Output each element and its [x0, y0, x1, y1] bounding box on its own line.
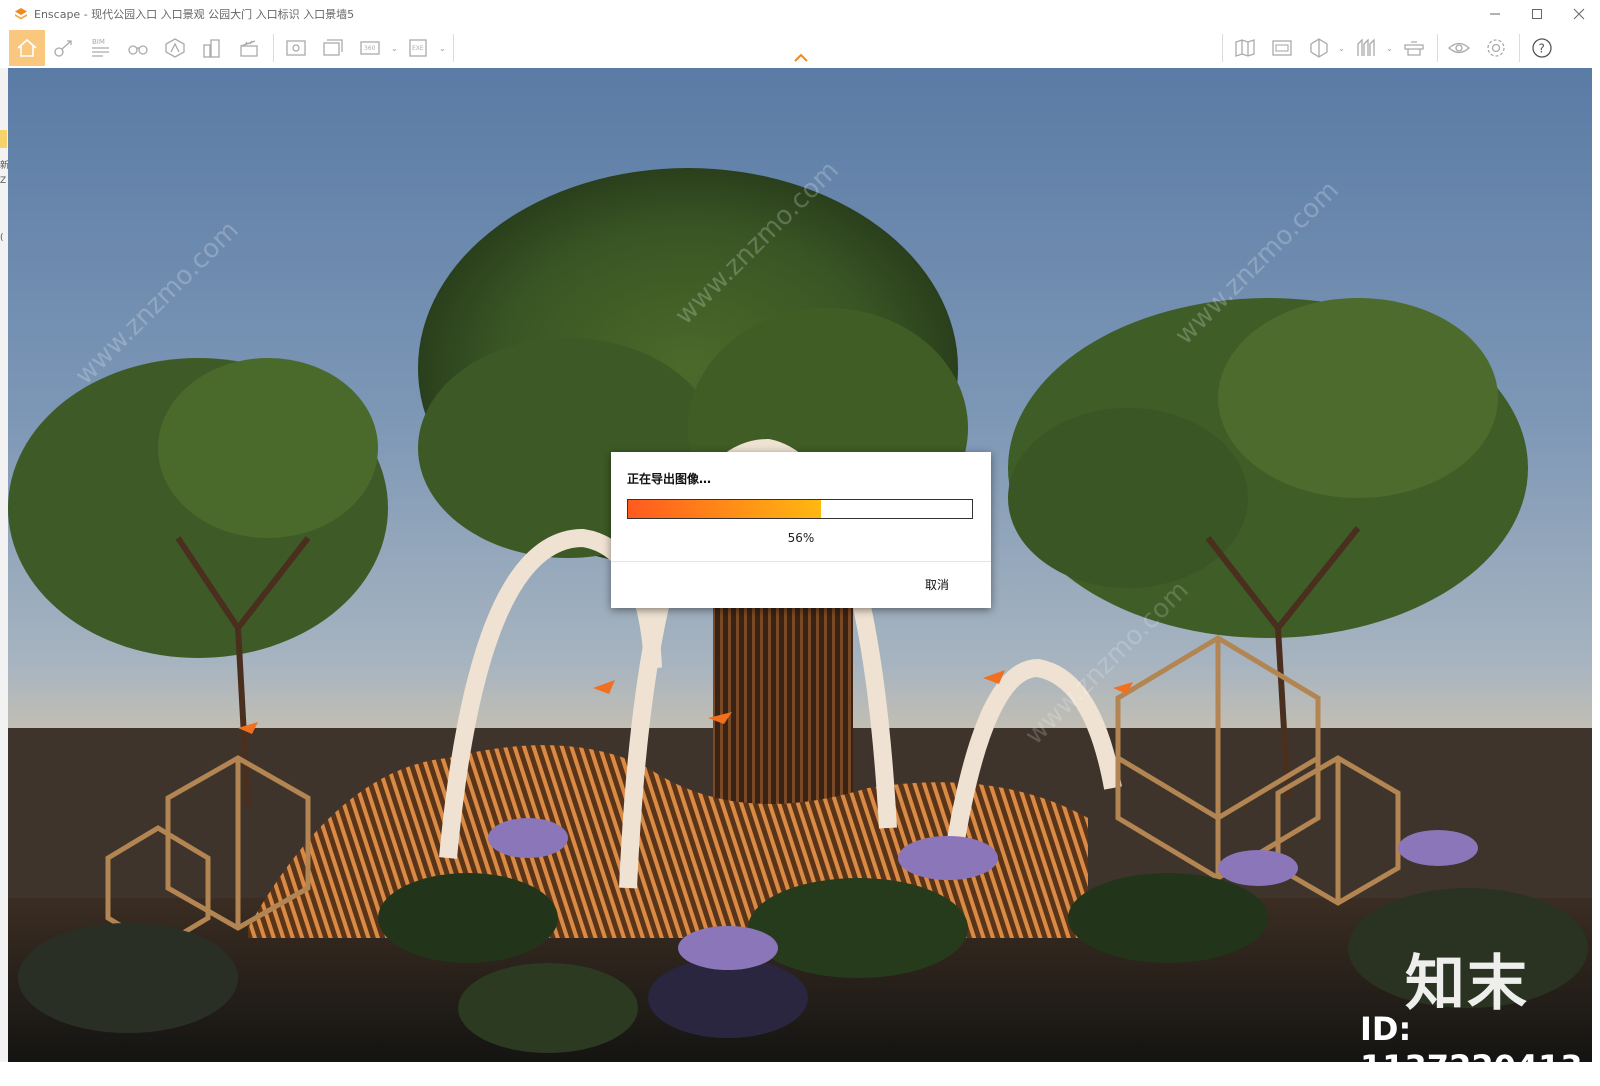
- enscape-logo-icon: [15, 8, 27, 20]
- vr-cube-icon: [1310, 38, 1328, 58]
- visual-settings-icon: [1448, 42, 1470, 54]
- maximize-button[interactable]: [1516, 0, 1558, 28]
- atmosphere-icon: [165, 38, 185, 58]
- brand-logo: 知末: [1405, 949, 1529, 1019]
- batch-render-icon: [323, 39, 343, 56]
- chevron-down-icon[interactable]: ⌄: [1338, 44, 1345, 53]
- svg-text:360: 360: [364, 45, 376, 52]
- chevron-down-icon[interactable]: ⌄: [439, 44, 446, 53]
- export-exe-icon: EXE: [409, 39, 427, 57]
- collaboration-icon: [1404, 41, 1424, 56]
- minimize-icon: [1490, 13, 1500, 15]
- dialog-divider: [611, 561, 991, 562]
- binoculars-icon: [128, 45, 148, 55]
- settings-button[interactable]: [1478, 30, 1514, 66]
- clapperboard-icon: [240, 40, 258, 57]
- buildings-icon: [203, 39, 220, 58]
- progress-percent: 56%: [787, 531, 815, 545]
- left-edge-char: (: [0, 233, 4, 243]
- home-button[interactable]: [9, 30, 45, 66]
- window-title: Enscape - 现代公园入口 入口景观 公园大门 入口标识 入口景墙5: [34, 8, 355, 21]
- asset-library-icon: [1272, 40, 1292, 56]
- asset-library-button[interactable]: [1264, 30, 1300, 66]
- left-edge-char: Z: [0, 176, 7, 186]
- svg-text:EXE: EXE: [412, 45, 424, 52]
- cancel-button[interactable]: 取消: [925, 576, 949, 593]
- chevron-down-icon[interactable]: ⌄: [391, 44, 398, 53]
- map-icon: [1235, 39, 1255, 57]
- right-edge: [1592, 68, 1600, 1062]
- panorama-360-icon: 360: [360, 41, 380, 55]
- atmosphere-button[interactable]: [157, 30, 193, 66]
- map-button[interactable]: [1227, 30, 1263, 66]
- collaboration-button[interactable]: [1396, 30, 1432, 66]
- bim-button[interactable]: BIM: [83, 30, 119, 66]
- help-icon: ?: [1532, 38, 1552, 58]
- title-bar: Enscape - 现代公园入口 入口景观 公园大门 入口标识 入口景墙5: [0, 0, 1600, 28]
- maximize-icon: [1532, 9, 1542, 19]
- walk-mode-icon: [54, 40, 72, 57]
- home-icon: [17, 38, 37, 57]
- dialog-title: 正在导出图像…: [627, 472, 712, 486]
- material-editor-button[interactable]: [1348, 30, 1384, 66]
- panorama-button[interactable]: 360: [352, 30, 388, 66]
- brand-id-label: ID: 1137220413: [1360, 1010, 1583, 1086]
- svg-text:BIM: BIM: [92, 38, 105, 46]
- close-button[interactable]: [1558, 0, 1600, 28]
- minimize-button[interactable]: [1474, 0, 1516, 28]
- vr-button[interactable]: [1301, 30, 1337, 66]
- settings-gear-icon: [1487, 39, 1505, 57]
- progress-bar: [627, 499, 973, 519]
- walk-mode-button[interactable]: [46, 30, 82, 66]
- batch-render-button[interactable]: [315, 30, 351, 66]
- video-editor-button[interactable]: [231, 30, 267, 66]
- buildings-button[interactable]: [194, 30, 230, 66]
- svg-text:?: ?: [1539, 42, 1545, 56]
- material-editor-icon: [1357, 38, 1375, 56]
- bim-icon: BIM: [92, 38, 109, 57]
- help-button[interactable]: ?: [1524, 30, 1560, 66]
- left-edge-panel: 新 Z (: [0, 68, 9, 1069]
- folder-tag: [0, 130, 7, 148]
- screenshot-button[interactable]: [278, 30, 314, 66]
- export-progress-dialog: 正在导出图像… 56% 取消: [611, 452, 991, 608]
- collapse-toolbar-icon[interactable]: [792, 50, 810, 64]
- binoculars-button[interactable]: [120, 30, 156, 66]
- export-exe-button[interactable]: EXE: [400, 30, 436, 66]
- close-icon: [1573, 8, 1585, 20]
- progress-bar-fill: [628, 500, 821, 518]
- visual-settings-button[interactable]: [1441, 30, 1477, 66]
- chevron-down-icon[interactable]: ⌄: [1386, 44, 1393, 53]
- screenshot-icon: [286, 40, 306, 56]
